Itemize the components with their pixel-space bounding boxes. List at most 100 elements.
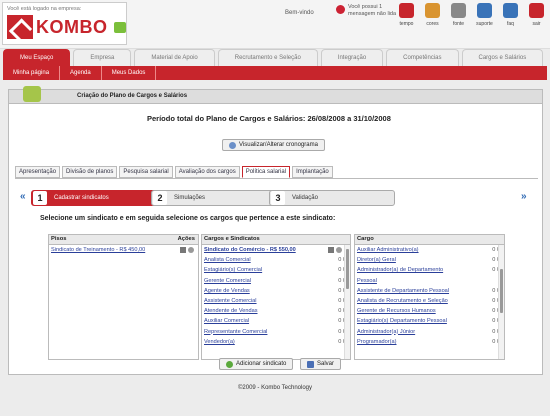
list-row[interactable]: Representante Comercial 0 0	[202, 327, 350, 337]
tab-item[interactable]: Avaliação dos cargos	[174, 166, 240, 178]
step-number: 1	[33, 191, 47, 205]
list-item-link[interactable]: Analista de Recrutamento e Seleção	[357, 298, 448, 304]
list-row[interactable]: Agente de Vendas 0 0	[202, 286, 350, 296]
list-item-link[interactable]: Administrador(a) Júnior	[357, 329, 415, 335]
list-item-link[interactable]: Analista Comercial	[204, 257, 251, 263]
save-label: Salvar	[317, 361, 335, 367]
scrollbar-thumb[interactable]	[346, 249, 349, 289]
submenu-item[interactable]: Minha página	[3, 66, 61, 80]
list-row[interactable]: Analista Comercial 0 0	[202, 255, 350, 265]
chat-icon[interactable]	[113, 21, 126, 33]
list-row[interactable]: Programador(a) 0 0	[355, 337, 504, 347]
list-item-link[interactable]: Vendedor(a)	[204, 339, 235, 345]
list-item-link[interactable]: Gerente de Recursos Humanos	[357, 308, 436, 314]
scrollbar[interactable]	[344, 245, 350, 359]
cores-icon	[425, 3, 440, 18]
tool-sair[interactable]: sair	[526, 3, 547, 27]
tab-item[interactable]: Pesquisa salarial	[119, 166, 173, 178]
toolbar: tempo cores fonte suporte faq sair	[396, 3, 547, 27]
menu-tab[interactable]: Competências	[386, 49, 459, 66]
step-validacao[interactable]: 3 Validação	[269, 190, 395, 206]
cargo-list: Auxiliar Administrativo(a) 0 0 Diretor(a) …	[355, 245, 504, 347]
list-item-link[interactable]: Assistente de Departamento Pessoal	[357, 288, 449, 294]
menu-tab[interactable]: Integração	[320, 49, 384, 66]
step-number: 2	[153, 191, 167, 205]
pisos-row[interactable]: Sindicato de Treinamento - R$ 450,00	[49, 245, 198, 255]
company-logo-box: Você está logado na empresa: KOMBO	[2, 2, 127, 45]
view-schedule-button[interactable]: Visualizar/Alterar cronograma	[222, 139, 325, 151]
scrollbar-thumb[interactable]	[500, 269, 503, 313]
unread-message-link[interactable]: Você possui 1 mensagem não lida	[336, 4, 396, 18]
list-item-link[interactable]: Diretor(a) Geral	[357, 257, 396, 263]
next-arrow-icon[interactable]: »	[521, 191, 527, 202]
submenu-item[interactable]: Agenda	[60, 66, 102, 80]
list-item-link[interactable]: Auxiliar Comercial	[204, 318, 249, 324]
add-union-label: Adicionar sindicato	[236, 361, 287, 367]
kombo-logo: KOMBO	[7, 15, 126, 39]
list-item-link[interactable]: Programador(a)	[357, 339, 396, 345]
list-item-link[interactable]: Auxiliar Administrativo(a)	[357, 247, 419, 253]
list-item-link[interactable]: Agente de Vendas	[204, 288, 250, 294]
step-cadastrar-sindicatos[interactable]: 1 Cadastrar sindicatos	[31, 190, 157, 206]
list-row[interactable]: Administrador(a) Júnior 0 0	[355, 327, 504, 337]
union-link[interactable]: Sindicato do Comércio - R$ 550,00	[204, 247, 296, 253]
tab-bar: Apresentação Divisão de planos Pesquisa sa…	[15, 166, 333, 178]
menu-tab[interactable]: Cargos e Salários	[461, 49, 544, 66]
tool-tempo[interactable]: tempo	[396, 3, 417, 27]
puzzle-icon	[23, 86, 41, 102]
list-item-link[interactable]: Gerente Comercial	[204, 278, 251, 284]
list-row[interactable]: Gerente de Recursos Humanos 0 0	[355, 306, 504, 316]
list-row[interactable]: Diretor(a) Geral 0 0	[355, 255, 504, 265]
step-simulacoes[interactable]: 2 Simulações	[151, 190, 277, 206]
list-row[interactable]: Estagiário(s) Departamento Pessoal 0 0	[355, 316, 504, 326]
tab-item[interactable]: Divisão de planos	[62, 166, 118, 178]
tool-faq[interactable]: faq	[500, 3, 521, 27]
list-row[interactable]: Assistente de Departamento Pessoal 0 0	[355, 286, 504, 296]
list-item-link[interactable]: Representante Comercial	[204, 329, 267, 335]
list-row[interactable]: Administrador(a) de Departamento 0 0	[355, 265, 504, 275]
edit-icon[interactable]	[180, 247, 186, 253]
prev-arrow-icon[interactable]: «	[20, 191, 26, 202]
pisos-union-link[interactable]: Sindicato de Treinamento - R$ 450,00	[51, 247, 145, 253]
submenu-item[interactable]: Meus Dados	[102, 66, 157, 80]
tab-item[interactable]: Apresentação	[15, 166, 61, 178]
scrollbar[interactable]	[498, 245, 504, 359]
tab-item[interactable]: Política salarial	[241, 166, 291, 178]
magnifier-icon	[229, 141, 236, 149]
edit-icon[interactable]	[328, 247, 334, 253]
list-row[interactable]: Assistente Comercial 0 0	[202, 296, 350, 306]
list-item-link[interactable]: Administrador(a) de Departamento	[357, 267, 443, 273]
message-line-1: Você possui 1	[348, 4, 383, 10]
menu-tab[interactable]: Material de Apoio	[134, 49, 215, 66]
list-item-link[interactable]: Estagiário(s) Comercial	[204, 267, 262, 273]
list-row[interactable]: Atendente de Vendas 0 0	[202, 306, 350, 316]
message-line-2: mensagem não lida	[348, 11, 397, 17]
list-row[interactable]: Auxiliar Comercial 0 0	[202, 316, 350, 326]
menu-tab[interactable]: Empresa	[73, 49, 132, 66]
view-schedule-label: Visualizar/Alterar cronograma	[239, 142, 318, 148]
list-row[interactable]: Vendedor(a) 0 0	[202, 337, 350, 347]
save-button[interactable]: Salvar	[300, 358, 342, 370]
tab-item[interactable]: Implantação	[292, 166, 333, 178]
tool-fonte[interactable]: fonte	[448, 3, 469, 27]
menu-tab[interactable]: Recrutamento e Seleção	[217, 49, 318, 66]
add-union-button[interactable]: Adicionar sindicato	[219, 358, 294, 370]
menu-tab[interactable]: Meu Espaço	[3, 49, 71, 66]
list-row[interactable]: Estagiário(s) Comercial 0 0	[202, 265, 350, 275]
delete-icon[interactable]	[336, 247, 342, 253]
list-row[interactable]: Gerente Comercial 0 0	[202, 276, 350, 286]
list-item-link[interactable]: Atendente de Vendas	[204, 308, 258, 314]
list-row[interactable]: Auxiliar Administrativo(a) 0 0	[355, 245, 504, 255]
tool-suporte[interactable]: suporte	[474, 3, 495, 27]
list-item-link[interactable]: Pessoal	[357, 278, 377, 284]
union-row[interactable]: Sindicato do Comércio - R$ 550,00	[202, 245, 350, 255]
fonte-icon	[451, 3, 466, 18]
delete-icon[interactable]	[188, 247, 194, 253]
tool-cores[interactable]: cores	[422, 3, 443, 27]
main-panel: Criação do Plano de Cargos e Salários Pe…	[8, 86, 543, 375]
list-item-link[interactable]: Estagiário(s) Departamento Pessoal	[357, 318, 447, 324]
list-row[interactable]: Analista de Recrutamento e Seleção 0 0	[355, 296, 504, 306]
list-item-link[interactable]: Assistente Comercial	[204, 298, 257, 304]
tool-label: suporte	[476, 21, 493, 27]
list-row[interactable]: Pessoal	[355, 276, 504, 286]
